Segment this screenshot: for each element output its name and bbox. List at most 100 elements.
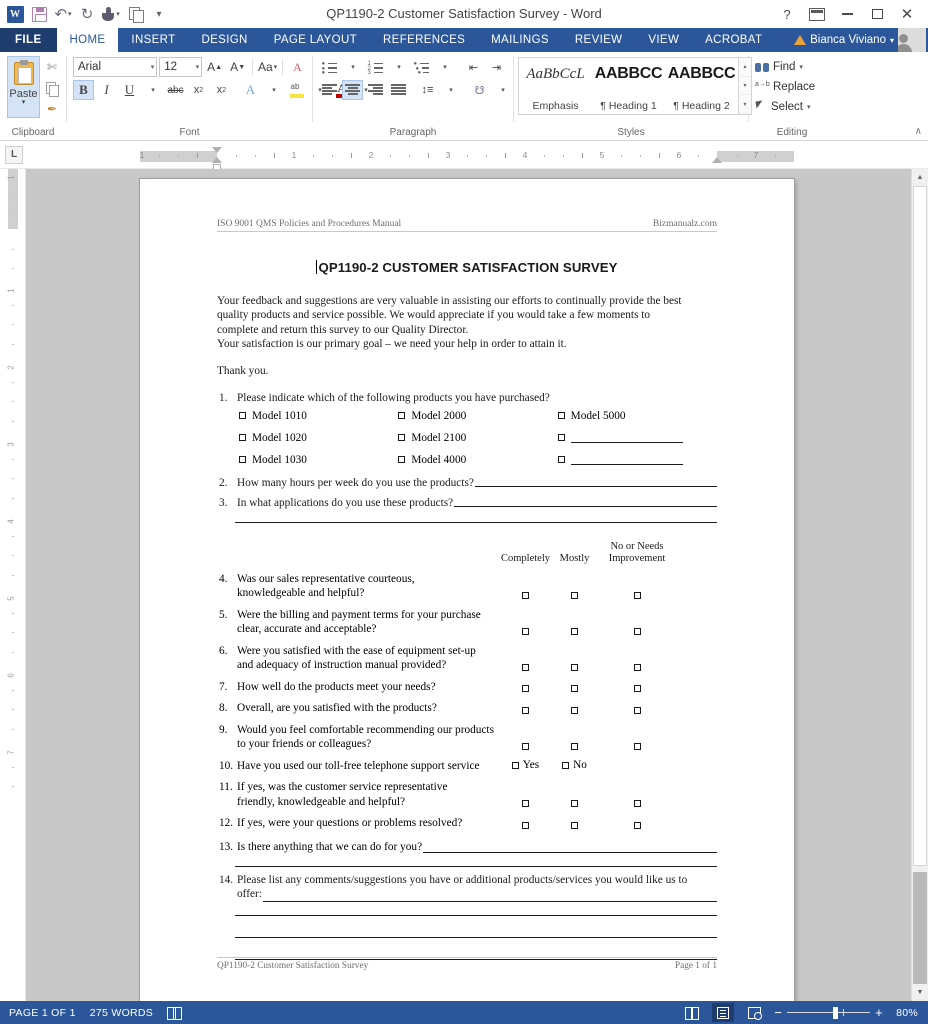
shading-button[interactable]: ☋ <box>469 80 490 100</box>
undo-icon[interactable]: ↶ ▾ <box>52 3 74 25</box>
strikethrough-button[interactable]: abc <box>165 80 186 100</box>
italic-button[interactable]: I <box>96 80 117 100</box>
scroll-down-icon[interactable]: ▼ <box>912 984 928 1001</box>
print-layout-view-button[interactable] <box>712 1003 735 1022</box>
tab-design[interactable]: DESIGN <box>189 28 261 52</box>
answer-line[interactable] <box>474 476 717 487</box>
font-name-input[interactable]: Arial ▾ <box>73 57 158 77</box>
checkbox-icon[interactable] <box>522 627 529 635</box>
product-option[interactable]: Model 2000 <box>398 410 557 422</box>
product-option[interactable]: Model 1020 <box>239 432 398 444</box>
checkbox-icon[interactable] <box>239 456 246 464</box>
account-area[interactable]: Bianca Viviano ▾ <box>794 28 928 52</box>
checkbox-icon[interactable] <box>571 685 578 693</box>
tab-acrobat[interactable]: ACROBAT <box>692 28 775 52</box>
style-heading-1[interactable]: AABBCC ¶ Heading 1 <box>592 58 665 114</box>
checkbox-icon[interactable] <box>571 663 578 671</box>
text-effects-caret-icon[interactable]: ▾ <box>263 80 284 100</box>
read-mode-view-button[interactable] <box>681 1003 703 1022</box>
tab-review[interactable]: REVIEW <box>562 28 635 52</box>
checkbox-icon[interactable] <box>571 742 578 750</box>
checkbox-icon[interactable] <box>633 663 641 671</box>
checkbox-icon[interactable] <box>398 456 406 464</box>
font-name-caret-icon[interactable]: ▾ <box>148 63 155 71</box>
zoom-out-button[interactable]: − <box>774 1006 782 1019</box>
checkbox-icon[interactable] <box>522 591 529 599</box>
checkbox-icon[interactable] <box>398 434 406 442</box>
product-option[interactable]: Model 4000 <box>398 454 557 466</box>
zoom-slider[interactable]: − + <box>774 1006 883 1019</box>
answer-line[interactable] <box>235 902 717 916</box>
zoom-in-button[interactable]: + <box>875 1006 883 1019</box>
collapse-ribbon-icon[interactable]: ∧ <box>915 126 922 137</box>
multilevel-list-button[interactable]: ● ● ● <box>411 57 432 77</box>
vertical-ruler[interactable]: 1 1 2 3 4 5 6 7 <box>0 169 26 1001</box>
undo-caret-icon[interactable]: ▾ <box>68 10 72 18</box>
zoom-thumb[interactable] <box>833 1006 839 1019</box>
checkbox-icon[interactable] <box>633 742 641 750</box>
checkbox-icon[interactable] <box>522 821 529 829</box>
align-center-button[interactable] <box>342 80 363 100</box>
select-caret-icon[interactable]: ▾ <box>807 103 811 111</box>
checkbox-icon[interactable] <box>571 821 578 829</box>
multilevel-caret-icon[interactable]: ▾ <box>434 57 455 77</box>
checkbox-icon[interactable] <box>571 627 578 635</box>
scrollbar-thumb[interactable] <box>913 186 927 866</box>
close-button[interactable]: ✕ <box>892 2 922 26</box>
checkbox-icon[interactable] <box>522 685 529 693</box>
checkbox-icon[interactable] <box>633 800 641 808</box>
touch-mode-caret-icon[interactable]: ▾ <box>116 10 120 18</box>
answer-line[interactable] <box>262 891 717 902</box>
bullets-caret-icon[interactable]: ▾ <box>342 57 363 77</box>
checkbox-icon[interactable] <box>239 434 246 442</box>
tab-stop-selector[interactable]: L <box>5 145 23 164</box>
bold-button[interactable]: B <box>73 80 94 100</box>
paste-caret-icon[interactable]: ▾ <box>22 99 26 106</box>
tab-page-layout[interactable]: PAGE LAYOUT <box>261 28 370 52</box>
copy-icon[interactable] <box>124 3 146 25</box>
help-button[interactable]: ? <box>772 2 802 26</box>
checkbox-icon[interactable] <box>557 456 565 464</box>
page-canvas[interactable]: ISO 9001 QMS Policies and Procedures Man… <box>26 169 911 1001</box>
increase-indent-button[interactable]: ⇥ <box>486 57 507 77</box>
shrink-font-button[interactable]: A ▼ <box>227 57 248 77</box>
scrollbar-lower-track[interactable] <box>913 872 927 984</box>
tab-mailings[interactable]: MAILINGS <box>478 28 562 52</box>
subscript-button[interactable]: x2 <box>188 80 209 100</box>
save-icon[interactable] <box>28 3 50 25</box>
copy-button[interactable] <box>42 79 62 97</box>
font-size-caret-icon[interactable]: ▾ <box>193 63 200 71</box>
checkbox-icon[interactable] <box>633 821 641 829</box>
product-option[interactable]: Model 1010 <box>239 410 398 422</box>
web-layout-view-button[interactable] <box>743 1003 765 1022</box>
minimize-button[interactable] <box>832 2 862 26</box>
checkbox-icon[interactable] <box>511 761 519 769</box>
product-option[interactable]: Model 2100 <box>398 432 557 444</box>
answer-line[interactable] <box>454 496 717 508</box>
redo-icon[interactable]: ↻ <box>76 3 98 25</box>
select-button[interactable]: Select ▾ <box>755 98 815 116</box>
checkbox-icon[interactable] <box>571 591 578 599</box>
scroll-up-icon[interactable]: ▲ <box>912 169 928 186</box>
zoom-track[interactable] <box>787 1006 871 1019</box>
replace-button[interactable]: a→b Replace <box>755 78 815 96</box>
touch-mouse-mode-icon[interactable]: ▾ <box>100 3 122 25</box>
word-count[interactable]: 275 WORDS <box>90 1007 153 1019</box>
find-button[interactable]: Find ▾ <box>755 58 815 76</box>
checkbox-icon[interactable] <box>522 800 529 808</box>
checkbox-icon[interactable] <box>398 412 406 420</box>
customize-qat-icon[interactable]: ▾ <box>148 3 170 25</box>
document-page[interactable]: ISO 9001 QMS Policies and Procedures Man… <box>140 179 794 1001</box>
page-indicator[interactable]: PAGE 1 OF 1 <box>9 1007 76 1019</box>
font-size-input[interactable]: 12 ▾ <box>159 57 203 77</box>
checkbox-icon[interactable] <box>562 761 570 769</box>
superscript-button[interactable]: x2 <box>211 80 232 100</box>
answer-line[interactable] <box>235 511 717 523</box>
find-caret-icon[interactable]: ▾ <box>799 63 803 71</box>
checkbox-icon[interactable] <box>522 663 529 671</box>
account-caret-icon[interactable]: ▾ <box>890 36 894 45</box>
shading-caret-icon[interactable]: ▾ <box>492 80 513 100</box>
checkbox-icon[interactable] <box>239 412 246 420</box>
tab-insert[interactable]: INSERT <box>118 28 188 52</box>
product-option-blank[interactable] <box>557 432 717 444</box>
